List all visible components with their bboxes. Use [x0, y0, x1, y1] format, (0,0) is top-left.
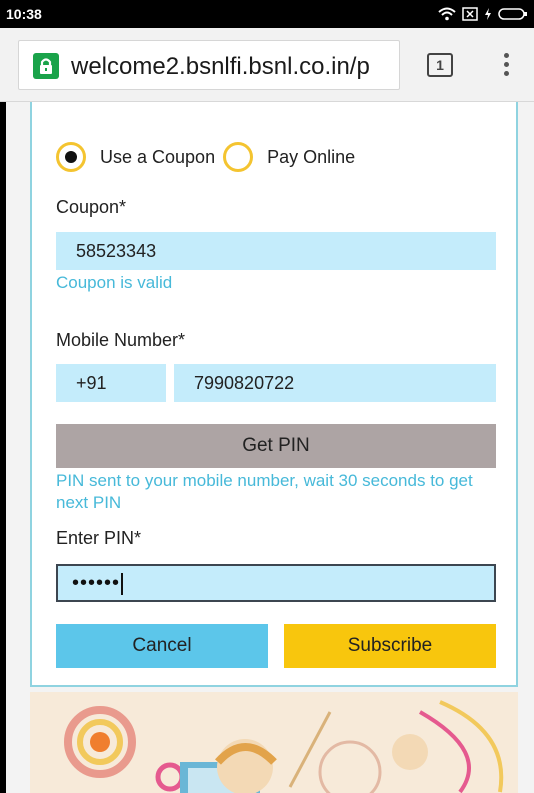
subscription-form: Use a Coupon Pay Online Coupon* 58523343…: [30, 102, 518, 687]
pin-masked-value: ••••••: [72, 572, 121, 594]
battery-icon: [498, 8, 527, 20]
use-coupon-radio[interactable]: [56, 142, 86, 172]
overflow-menu-icon[interactable]: [496, 50, 516, 80]
mobile-number-input[interactable]: 7990820722: [174, 364, 496, 402]
page-content: Use a Coupon Pay Online Coupon* 58523343…: [0, 102, 534, 793]
status-bar: 10:38: [0, 0, 534, 28]
left-edge-strip: [0, 102, 6, 793]
cancel-button[interactable]: Cancel: [56, 624, 268, 668]
address-bar[interactable]: welcome2.bsnlfi.bsnl.co.in/p: [18, 40, 400, 90]
pin-input[interactable]: ••••••: [56, 564, 496, 602]
url-text[interactable]: welcome2.bsnlfi.bsnl.co.in/p: [71, 53, 370, 81]
coupon-label: Coupon*: [56, 197, 127, 217]
status-icons: [438, 4, 528, 24]
sim-icon: [462, 7, 478, 21]
charging-icon: [485, 8, 491, 20]
get-pin-button[interactable]: Get PIN: [56, 424, 496, 468]
payment-options: Use a Coupon Pay Online: [56, 140, 363, 174]
browser-toolbar: welcome2.bsnlfi.bsnl.co.in/p 1: [0, 28, 534, 102]
status-time: 10:38: [6, 6, 42, 22]
pay-online-radio[interactable]: [223, 142, 254, 172]
enter-pin-label: Enter PIN*: [56, 528, 142, 548]
use-coupon-label[interactable]: Use a Coupon: [100, 147, 215, 168]
pin-sent-message: PIN sent to your mobile number, wait 30 …: [56, 471, 473, 512]
promo-banner-image: [30, 692, 518, 793]
coupon-input[interactable]: 58523343: [56, 232, 496, 270]
coupon-status: Coupon is valid: [56, 273, 173, 292]
lock-icon[interactable]: [33, 53, 59, 79]
text-caret: [121, 572, 124, 595]
country-code-field[interactable]: +91: [56, 364, 166, 402]
mobile-number-label: Mobile Number*: [56, 330, 186, 350]
wifi-icon: [438, 7, 456, 21]
pay-online-label[interactable]: Pay Online: [267, 147, 355, 168]
subscribe-button[interactable]: Subscribe: [284, 624, 496, 668]
tab-switcher-button[interactable]: 1: [427, 53, 453, 77]
